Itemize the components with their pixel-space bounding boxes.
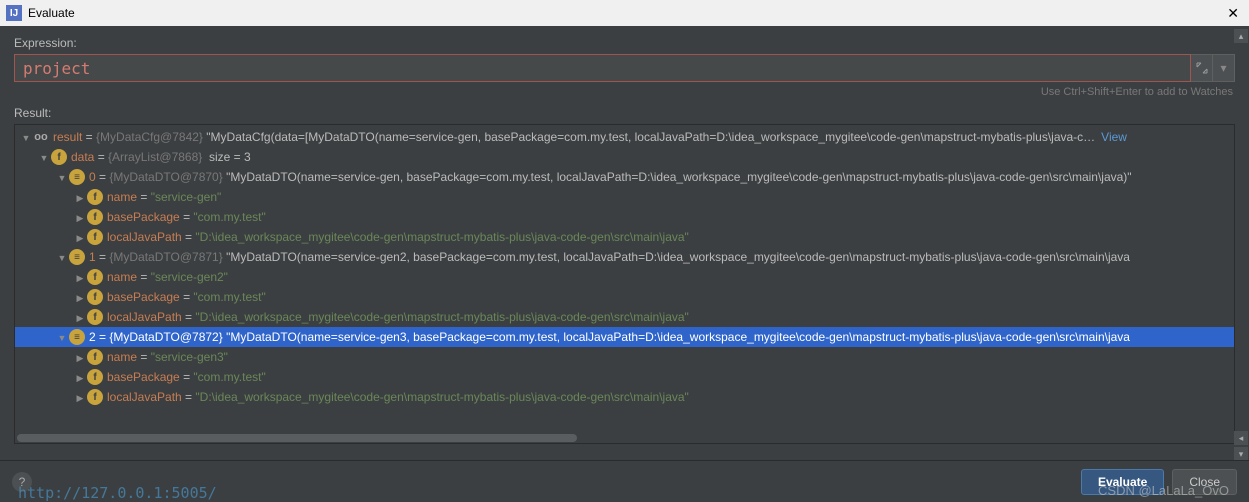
tree-node-result[interactable]: oo result = {MyDataCfg@7842} "MyDataCfg(…: [15, 127, 1234, 147]
element-icon: ≡: [69, 329, 85, 345]
field-icon: f: [51, 149, 67, 165]
element-icon: ≡: [69, 169, 85, 185]
expand-toggle[interactable]: [73, 390, 87, 404]
evaluate-button[interactable]: Evaluate: [1081, 469, 1164, 495]
titlebar: IJ Evaluate ✕: [0, 0, 1249, 26]
window-title: Evaluate: [28, 6, 1223, 20]
field-icon: f: [87, 209, 103, 225]
tree-node-field[interactable]: f basePackage = "com.my.test": [15, 367, 1234, 387]
expand-toggle[interactable]: [73, 190, 87, 204]
object-icon: oo: [33, 129, 49, 145]
history-dropdown-icon[interactable]: ▾: [1213, 54, 1235, 82]
expand-toggle[interactable]: [73, 290, 87, 304]
background-url-text: http://127.0.0.1:5005/: [18, 484, 217, 502]
expand-toggle[interactable]: [73, 310, 87, 324]
tree-node-field[interactable]: f localJavaPath = "D:\idea_workspace_myg…: [15, 387, 1234, 407]
tree-node-field[interactable]: f basePackage = "com.my.test": [15, 207, 1234, 227]
tree-node-field[interactable]: f localJavaPath = "D:\idea_workspace_myg…: [15, 307, 1234, 327]
tree-node-field[interactable]: f localJavaPath = "D:\idea_workspace_myg…: [15, 227, 1234, 247]
result-label: Result:: [14, 106, 1235, 120]
tree-node-item[interactable]: ≡ 0 = {MyDataDTO@7870} "MyDataDTO(name=s…: [15, 167, 1234, 187]
app-icon: IJ: [6, 5, 22, 21]
expand-toggle[interactable]: [55, 330, 69, 344]
expand-toggle[interactable]: [73, 230, 87, 244]
horizontal-scrollbar[interactable]: [15, 433, 1234, 443]
vertical-scrollbar[interactable]: ▴ ◂ ▾: [1233, 28, 1249, 462]
expand-toggle[interactable]: [19, 130, 33, 144]
expand-toggle[interactable]: [73, 270, 87, 284]
field-icon: f: [87, 309, 103, 325]
expand-toggle[interactable]: [73, 350, 87, 364]
expand-toggle[interactable]: [55, 170, 69, 184]
tree-node-data[interactable]: f data = {ArrayList@7868} size = 3: [15, 147, 1234, 167]
field-icon: f: [87, 269, 103, 285]
scroll-up-icon[interactable]: ▴: [1234, 29, 1248, 43]
expression-input[interactable]: [14, 54, 1191, 82]
field-icon: f: [87, 349, 103, 365]
scroll-left-icon[interactable]: ◂: [1234, 431, 1248, 445]
close-icon[interactable]: ✕: [1223, 5, 1243, 22]
scroll-down-icon[interactable]: ▾: [1234, 447, 1248, 461]
tree-node-field[interactable]: f basePackage = "com.my.test": [15, 287, 1234, 307]
expand-toggle[interactable]: [73, 210, 87, 224]
field-icon: f: [87, 229, 103, 245]
field-icon: f: [87, 369, 103, 385]
tree-node-field[interactable]: f name = "service-gen2": [15, 267, 1234, 287]
tree-node-item-selected[interactable]: ≡ 2 = {MyDataDTO@7872} "MyDataDTO(name=s…: [15, 327, 1234, 347]
element-icon: ≡: [69, 249, 85, 265]
expression-label: Expression:: [14, 36, 1235, 50]
close-button[interactable]: Close: [1172, 469, 1237, 495]
expand-toggle[interactable]: [73, 370, 87, 384]
expand-toggle[interactable]: [37, 150, 51, 164]
expand-toggle[interactable]: [55, 250, 69, 264]
field-icon: f: [87, 389, 103, 405]
result-tree: oo result = {MyDataCfg@7842} "MyDataCfg(…: [14, 124, 1235, 444]
expand-icon[interactable]: [1191, 54, 1213, 82]
view-link[interactable]: View: [1101, 130, 1127, 144]
field-icon: f: [87, 189, 103, 205]
tree-node-field[interactable]: f name = "service-gen3": [15, 347, 1234, 367]
tree-node-item[interactable]: ≡ 1 = {MyDataDTO@7871} "MyDataDTO(name=s…: [15, 247, 1234, 267]
tree-node-field[interactable]: f name = "service-gen": [15, 187, 1234, 207]
field-icon: f: [87, 289, 103, 305]
hint-text: Use Ctrl+Shift+Enter to add to Watches: [14, 82, 1235, 106]
